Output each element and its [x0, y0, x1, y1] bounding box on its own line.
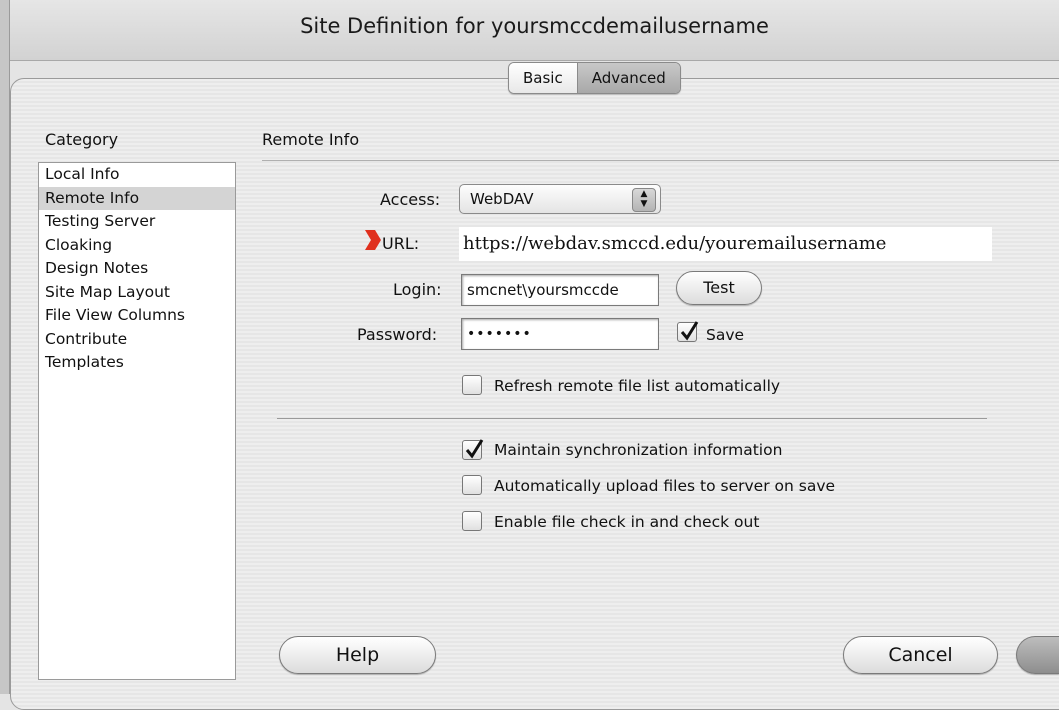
- test-button[interactable]: Test: [676, 271, 762, 305]
- tab-basic[interactable]: Basic: [509, 63, 577, 93]
- section-divider: [262, 160, 1059, 161]
- url-label: URL:: [382, 234, 420, 253]
- auto-upload-checkbox[interactable]: [462, 475, 482, 495]
- url-input[interactable]: https://webdav.smccd.edu/youremailuserna…: [459, 227, 992, 261]
- category-item-design-notes[interactable]: Design Notes: [39, 257, 235, 281]
- password-label: Password:: [357, 325, 438, 344]
- maintain-sync-label: Maintain synchronization information: [494, 441, 783, 459]
- category-item-contribute[interactable]: Contribute: [39, 328, 235, 352]
- category-item-templates[interactable]: Templates: [39, 351, 235, 375]
- save-checkbox[interactable]: [677, 321, 699, 342]
- access-label: Access:: [380, 190, 441, 209]
- refresh-remote-label: Refresh remote file list automatically: [494, 377, 781, 395]
- checkmark-icon: [680, 321, 699, 341]
- window-left-edge: [0, 0, 10, 694]
- section-title: Remote Info: [262, 130, 360, 149]
- window-title: Site Definition for yoursmccdemailuserna…: [300, 14, 769, 38]
- select-arrows-icon: ▲ ▼: [632, 188, 656, 212]
- title-bar[interactable]: Site Definition for yoursmccdemailuserna…: [10, 0, 1059, 61]
- refresh-remote-checkbox[interactable]: [462, 375, 482, 395]
- login-input[interactable]: smcnet\yoursmccde: [461, 274, 659, 306]
- maintain-sync-checkbox[interactable]: [462, 439, 484, 460]
- check-in-out-checkbox[interactable]: [462, 511, 482, 531]
- save-label: Save: [706, 326, 745, 344]
- category-heading: Category: [45, 130, 119, 149]
- category-item-site-map-layout[interactable]: Site Map Layout: [39, 281, 235, 305]
- category-item-testing-server[interactable]: Testing Server: [39, 210, 235, 234]
- access-select[interactable]: WebDAV ▲ ▼: [459, 184, 661, 214]
- category-item-remote-info[interactable]: Remote Info: [39, 186, 235, 210]
- category-item-cloaking[interactable]: Cloaking: [39, 234, 235, 258]
- auto-upload-label: Automatically upload files to server on …: [494, 477, 836, 495]
- url-marker-icon: [365, 230, 381, 250]
- category-list[interactable]: Local Info Remote Info Testing Server Cl…: [38, 162, 236, 680]
- check-in-out-label: Enable file check in and check out: [494, 513, 760, 531]
- category-item-file-view-columns[interactable]: File View Columns: [39, 304, 235, 328]
- checkmark-icon: [465, 439, 484, 459]
- login-label: Login:: [393, 280, 442, 299]
- cancel-button[interactable]: Cancel: [843, 636, 998, 674]
- tab-switcher: Basic Advanced: [508, 62, 681, 94]
- category-item-local-info[interactable]: Local Info: [39, 163, 235, 187]
- options-divider: [277, 418, 987, 419]
- help-button[interactable]: Help: [279, 636, 436, 674]
- ok-button[interactable]: [1016, 636, 1059, 674]
- password-input[interactable]: •••••••: [461, 318, 659, 350]
- access-value: WebDAV: [470, 190, 534, 208]
- tab-advanced[interactable]: Advanced: [576, 63, 680, 93]
